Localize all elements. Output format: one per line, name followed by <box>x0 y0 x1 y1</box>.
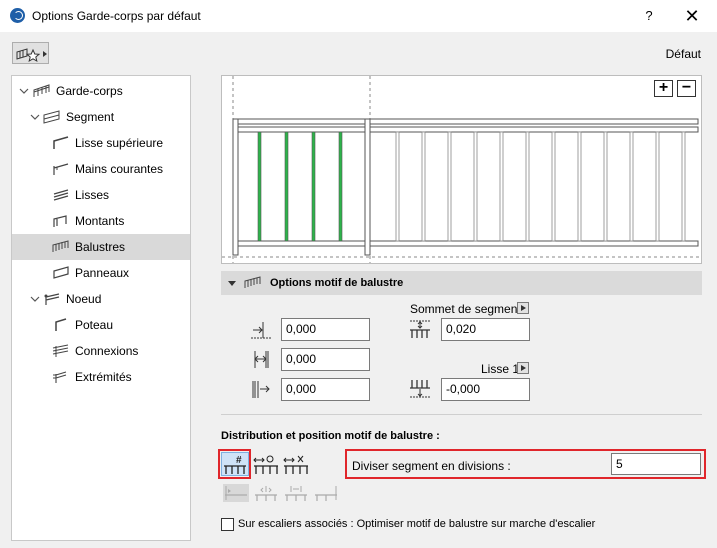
top-rail-icon <box>52 135 70 151</box>
end-offset-icon <box>252 381 270 398</box>
pattern-options-header[interactable]: Options motif de balustre <box>221 271 702 295</box>
tree-item-poteau[interactable]: Poteau <box>12 312 190 338</box>
archicad-logo-icon <box>10 8 25 23</box>
panels-icon <box>52 265 70 281</box>
ends-icon <box>52 369 70 385</box>
tree-label: Montants <box>75 214 125 228</box>
default-label: Défaut <box>665 47 701 61</box>
segment-top-field[interactable]: 0,020 <box>441 318 530 341</box>
balusters-icon <box>52 239 70 255</box>
tree-item-balustres[interactable]: Balustres <box>12 234 190 260</box>
favorites-star-icon <box>16 48 47 63</box>
collapse-triangle-icon[interactable] <box>228 280 236 286</box>
segment-icon <box>43 109 61 125</box>
segment-top-label: Sommet de segment <box>410 302 521 316</box>
rails-icon <box>52 187 70 203</box>
rail-arrow-button[interactable] <box>517 362 529 374</box>
align-start-button[interactable] <box>223 484 249 502</box>
align-end-icon <box>315 486 337 501</box>
tree-label: Garde-corps <box>56 84 123 98</box>
section-divider <box>221 414 702 415</box>
pattern-options-title: Options motif de balustre <box>270 277 404 289</box>
zoom-in-button[interactable]: + <box>654 80 673 97</box>
tree-item-montants[interactable]: Montants <box>12 208 190 234</box>
rail-offset-icon <box>410 380 430 398</box>
post-icon <box>52 317 70 333</box>
close-button[interactable]: ✕ <box>676 3 708 29</box>
favorites-button[interactable] <box>12 42 49 64</box>
align-end-button[interactable] <box>313 484 339 502</box>
chevron-down-icon[interactable] <box>30 112 40 122</box>
distribution-title: Distribution et position motif de balust… <box>221 430 440 442</box>
spacing-field[interactable]: 0,000 <box>281 348 370 371</box>
tree-label: Extrémités <box>75 370 132 384</box>
railing-preview-drawing <box>222 76 701 263</box>
start-offset-field[interactable]: 0,000 <box>281 318 370 341</box>
title-bar: Options Garde-corps par défaut ? ✕ <box>0 0 717 32</box>
tree-item-extremites[interactable]: Extrémités <box>12 364 190 390</box>
tree-label: Poteau <box>75 318 114 332</box>
tree-item-segment[interactable]: Segment <box>12 104 190 130</box>
zoom-out-button[interactable]: − <box>677 80 696 97</box>
railing-preview[interactable]: + − <box>221 75 702 264</box>
tree-label: Balustres <box>75 240 126 254</box>
tree-label: Mains courantes <box>75 162 164 176</box>
window-title: Options Garde-corps par défaut <box>32 9 201 23</box>
highlighted-balusters <box>257 131 343 242</box>
tree-item-lisse-superieure[interactable]: Lisse supérieure <box>12 130 190 156</box>
stairs-optimize-label: Sur escaliers associés : Optimiser motif… <box>238 518 596 530</box>
fixed-count-icon <box>283 455 308 474</box>
tree-item-garde-corps[interactable]: Garde-corps <box>12 78 190 104</box>
start-offset-icon <box>251 322 271 339</box>
railing-icon <box>33 83 51 99</box>
balusters-icon <box>244 276 261 288</box>
rail-offset-field[interactable]: -0,000 <box>441 378 530 401</box>
align-start-icon <box>225 486 247 500</box>
divide-segment-icon: # <box>224 455 246 474</box>
divide-count-field[interactable]: 5 <box>611 453 701 475</box>
divide-label: Diviser segment en divisions : <box>352 459 511 473</box>
chevron-down-icon[interactable] <box>30 294 40 304</box>
align-center-icon <box>255 486 277 501</box>
settings-tree: Garde-corps Segment Lisse supérieure Mai… <box>11 75 191 541</box>
help-button[interactable]: ? <box>635 5 663 27</box>
posts-icon <box>52 213 70 229</box>
tree-label: Noeud <box>66 292 102 306</box>
tree-item-noeud[interactable]: Noeud <box>12 286 190 312</box>
fixed-distance-button[interactable] <box>252 452 280 476</box>
segment-top-arrow-button[interactable] <box>517 302 529 314</box>
tree-label: Connexions <box>75 344 139 358</box>
tree-item-mains-courantes[interactable]: Mains courantes <box>12 156 190 182</box>
stairs-optimize-checkbox[interactable] <box>221 518 234 531</box>
spacing-icon <box>254 351 269 368</box>
align-center-button[interactable] <box>253 484 279 502</box>
tree-label: Lisse supérieure <box>75 136 164 150</box>
chevron-down-icon[interactable] <box>19 86 29 96</box>
divide-segment-button[interactable]: # <box>221 452 249 476</box>
fixed-count-button[interactable] <box>282 452 310 476</box>
segment-top-icon <box>410 320 430 338</box>
tree-item-panneaux[interactable]: Panneaux <box>12 260 190 286</box>
rail-label: Lisse 1 <box>481 362 520 376</box>
fixed-distance-icon <box>253 455 278 474</box>
node-icon <box>43 291 61 307</box>
tree-label: Segment <box>66 110 115 124</box>
align-spacing-button[interactable] <box>283 484 309 502</box>
end-offset-field[interactable]: 0,000 <box>281 378 370 401</box>
handrail-icon <box>52 161 70 177</box>
connections-icon <box>52 343 70 359</box>
align-spacing-icon <box>285 486 307 501</box>
tree-label: Lisses <box>75 188 110 202</box>
tree-label: Panneaux <box>75 266 130 280</box>
svg-text:#: # <box>236 455 242 466</box>
tree-item-connexions[interactable]: Connexions <box>12 338 190 364</box>
tree-item-lisses[interactable]: Lisses <box>12 182 190 208</box>
